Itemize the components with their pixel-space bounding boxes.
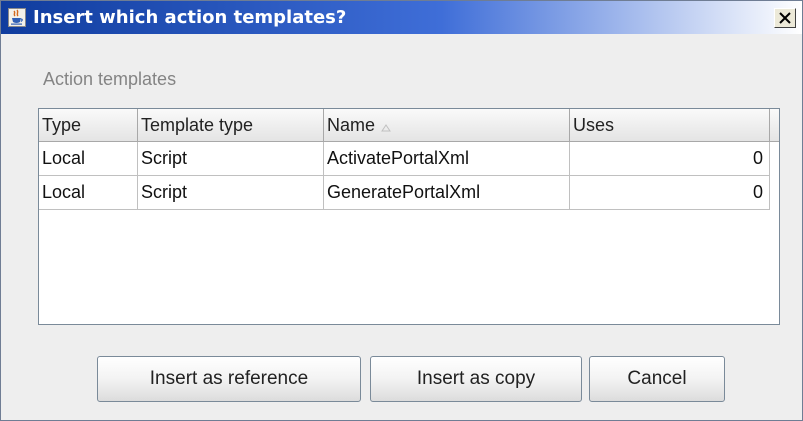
cell-template-type: Script — [138, 176, 324, 210]
close-icon — [779, 12, 791, 24]
cell-template-type: Script — [138, 142, 324, 176]
column-header-template-type[interactable]: Template type — [138, 109, 324, 141]
insert-as-copy-button[interactable]: Insert as copy — [370, 356, 582, 402]
close-button[interactable] — [774, 8, 796, 28]
table-row[interactable]: Local Script ActivatePortalXml 0 — [39, 142, 779, 176]
title-bar[interactable]: Insert which action templates? — [1, 1, 802, 34]
column-header-name-label: Name — [327, 115, 376, 135]
dialog-title: Insert which action templates? — [33, 7, 347, 28]
table-header: Type Template type Name Uses — [39, 109, 779, 142]
cell-type: Local — [39, 142, 138, 176]
cell-uses: 0 — [570, 176, 770, 210]
sort-ascending-icon — [381, 110, 391, 142]
insert-templates-dialog: Insert which action templates? Action te… — [0, 0, 803, 421]
java-cup-icon — [8, 8, 26, 27]
cell-name: ActivatePortalXml — [324, 142, 570, 176]
cell-type: Local — [39, 176, 138, 210]
templates-table[interactable]: Type Template type Name Uses Local Scrip… — [38, 108, 780, 325]
cancel-button[interactable]: Cancel — [589, 356, 725, 402]
cell-uses: 0 — [570, 142, 770, 176]
action-templates-label: Action templates — [43, 69, 177, 89]
column-header-type[interactable]: Type — [39, 109, 138, 141]
column-header-name[interactable]: Name — [324, 109, 570, 141]
column-header-uses[interactable]: Uses — [570, 109, 770, 141]
cell-name: GeneratePortalXml — [324, 176, 570, 210]
insert-as-reference-button[interactable]: Insert as reference — [97, 356, 361, 402]
table-row[interactable]: Local Script GeneratePortalXml 0 — [39, 176, 779, 210]
